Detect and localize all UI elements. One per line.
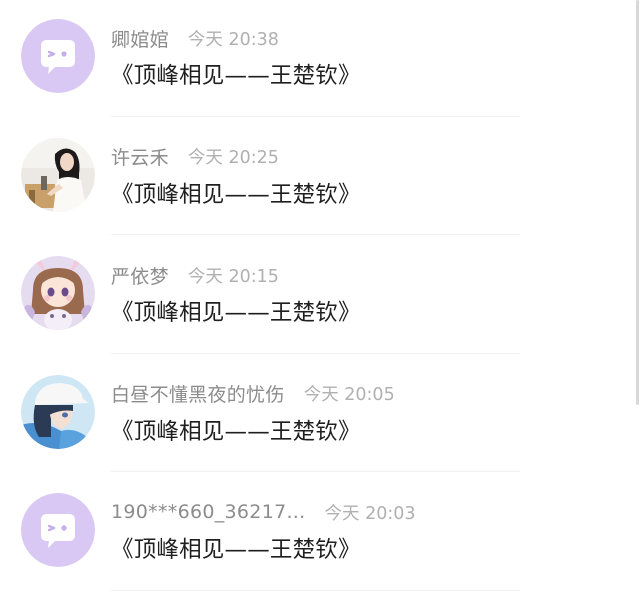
comment-meta: 许云禾 今天 20:25 <box>111 143 279 171</box>
comment-text: 《顶峰相见——王楚钦》 <box>111 181 361 208</box>
comment-text: 《顶峰相见——王楚钦》 <box>111 418 361 445</box>
username[interactable]: 许云禾 <box>111 143 169 170</box>
comment-meta: 严依梦 今天 20:15 <box>111 261 279 289</box>
divider <box>111 589 520 591</box>
comment-meta: 卿婠婠 今天 20:38 <box>111 24 279 52</box>
timestamp: 今天 20:15 <box>187 266 279 287</box>
comment-meta: 190***660_36217... 今天 20:03 <box>111 498 416 526</box>
username[interactable]: 卿婠婠 <box>111 25 169 52</box>
anime-girl-cap-avatar-icon[interactable] <box>21 374 95 449</box>
comment-item[interactable]: 卿婠婠 今天 20:38 《顶峰相见——王楚钦》 <box>0 0 640 119</box>
comment-item[interactable]: 白昼不懂黑夜的忧伤 今天 20:05 《顶峰相见——王楚钦》 <box>0 356 640 475</box>
timestamp: 今天 20:25 <box>187 148 279 169</box>
divider <box>111 352 520 354</box>
anime-girl-bunny-avatar-icon[interactable] <box>21 256 95 331</box>
scrollbar[interactable] <box>636 0 639 405</box>
default-chat-avatar-icon[interactable] <box>21 19 95 93</box>
default-chat-avatar-icon[interactable] <box>21 493 95 568</box>
comment-text: 《顶峰相见——王楚钦》 <box>111 537 361 564</box>
timestamp: 今天 20:03 <box>324 503 416 524</box>
photo-woman-avatar-icon[interactable] <box>21 137 95 212</box>
comment-item[interactable]: 严依梦 今天 20:15 《顶峰相见——王楚钦》 <box>0 237 640 356</box>
divider <box>111 471 520 473</box>
timestamp: 今天 20:05 <box>303 385 395 406</box>
comment-list: 卿婠婠 今天 20:38 《顶峰相见——王楚钦》 许云禾 今天 20:25 《顶… <box>0 0 640 593</box>
username[interactable]: 190***660_36217... <box>111 501 306 523</box>
username[interactable]: 白昼不懂黑夜的忧伤 <box>111 380 285 407</box>
divider <box>111 115 520 117</box>
comment-item[interactable]: 许云禾 今天 20:25 《顶峰相见——王楚钦》 <box>0 119 640 238</box>
comment-text: 《顶峰相见——王楚钦》 <box>111 63 361 89</box>
divider <box>111 234 520 236</box>
username[interactable]: 严依梦 <box>111 262 169 289</box>
comment-meta: 白昼不懂黑夜的忧伤 今天 20:05 <box>111 380 395 408</box>
timestamp: 今天 20:38 <box>187 29 279 50</box>
comment-item[interactable]: 190***660_36217... 今天 20:03 《顶峰相见——王楚钦》 <box>0 474 640 593</box>
comment-text: 《顶峰相见——王楚钦》 <box>111 300 361 327</box>
